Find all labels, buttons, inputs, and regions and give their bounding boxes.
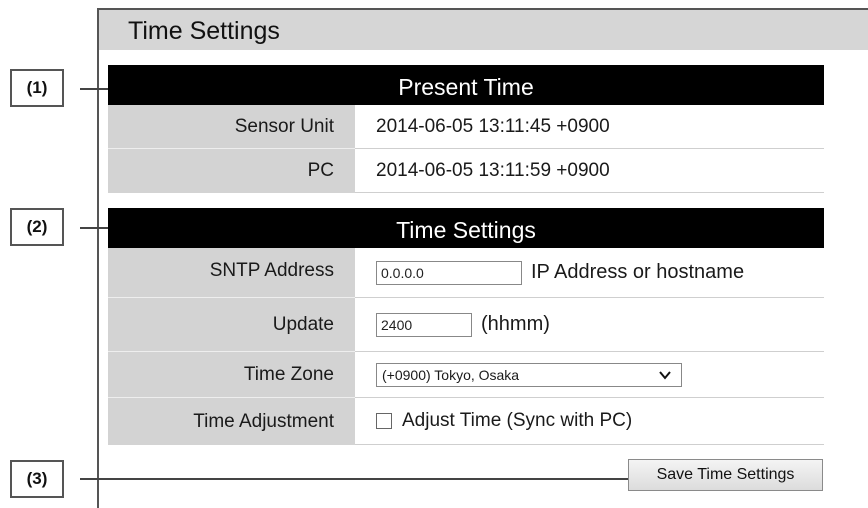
adjust-label: Time Adjustment <box>108 398 355 445</box>
update-hint: (hhmm) <box>481 313 550 335</box>
update-row: Update (hhmm) <box>108 298 824 352</box>
sntp-address-input[interactable] <box>376 260 522 285</box>
page-title: Time Settings <box>99 10 868 50</box>
adjust-time-checkbox[interactable] <box>376 413 392 429</box>
pc-time: 2014-06-05 13:11:59 +0900 <box>355 149 824 193</box>
callout-3-leader <box>80 478 630 480</box>
callout-3: (3) <box>10 460 64 498</box>
timezone-select[interactable]: (+0900) Tokyo, Osaka <box>376 362 682 387</box>
time-settings-header: Time Settings <box>108 208 824 248</box>
sntp-label: SNTP Address <box>108 248 355 298</box>
update-label: Update <box>108 298 355 352</box>
callout-2: (2) <box>10 208 64 246</box>
adjust-time-checkbox-label[interactable]: Adjust Time (Sync with PC) <box>402 410 632 432</box>
sensor-unit-row: Sensor Unit 2014-06-05 13:11:45 +0900 <box>108 105 824 149</box>
timezone-value: (+0900) Tokyo, Osaka <box>355 352 824 398</box>
sensor-unit-time: 2014-06-05 13:11:45 +0900 <box>355 105 824 149</box>
update-input[interactable] <box>376 312 472 337</box>
callout-1: (1) <box>10 69 64 107</box>
sntp-value: IP Address or hostname <box>355 248 824 298</box>
sntp-hint: IP Address or hostname <box>531 261 745 283</box>
adjust-value: Adjust Time (Sync with PC) <box>355 398 824 445</box>
pc-row: PC 2014-06-05 13:11:59 +0900 <box>108 149 824 193</box>
sntp-row: SNTP Address IP Address or hostname <box>108 248 824 298</box>
save-time-settings-button[interactable]: Save Time Settings <box>628 459 823 491</box>
update-value: (hhmm) <box>355 298 824 352</box>
timezone-label: Time Zone <box>108 352 355 398</box>
timezone-selected: (+0900) Tokyo, Osaka <box>382 366 520 383</box>
pc-label: PC <box>108 149 355 193</box>
sensor-unit-label: Sensor Unit <box>108 105 355 149</box>
adjust-row: Time Adjustment Adjust Time (Sync with P… <box>108 398 824 445</box>
chevron-down-icon <box>659 370 671 380</box>
timezone-row: Time Zone (+0900) Tokyo, Osaka <box>108 352 824 398</box>
present-time-header: Present Time <box>108 65 824 105</box>
